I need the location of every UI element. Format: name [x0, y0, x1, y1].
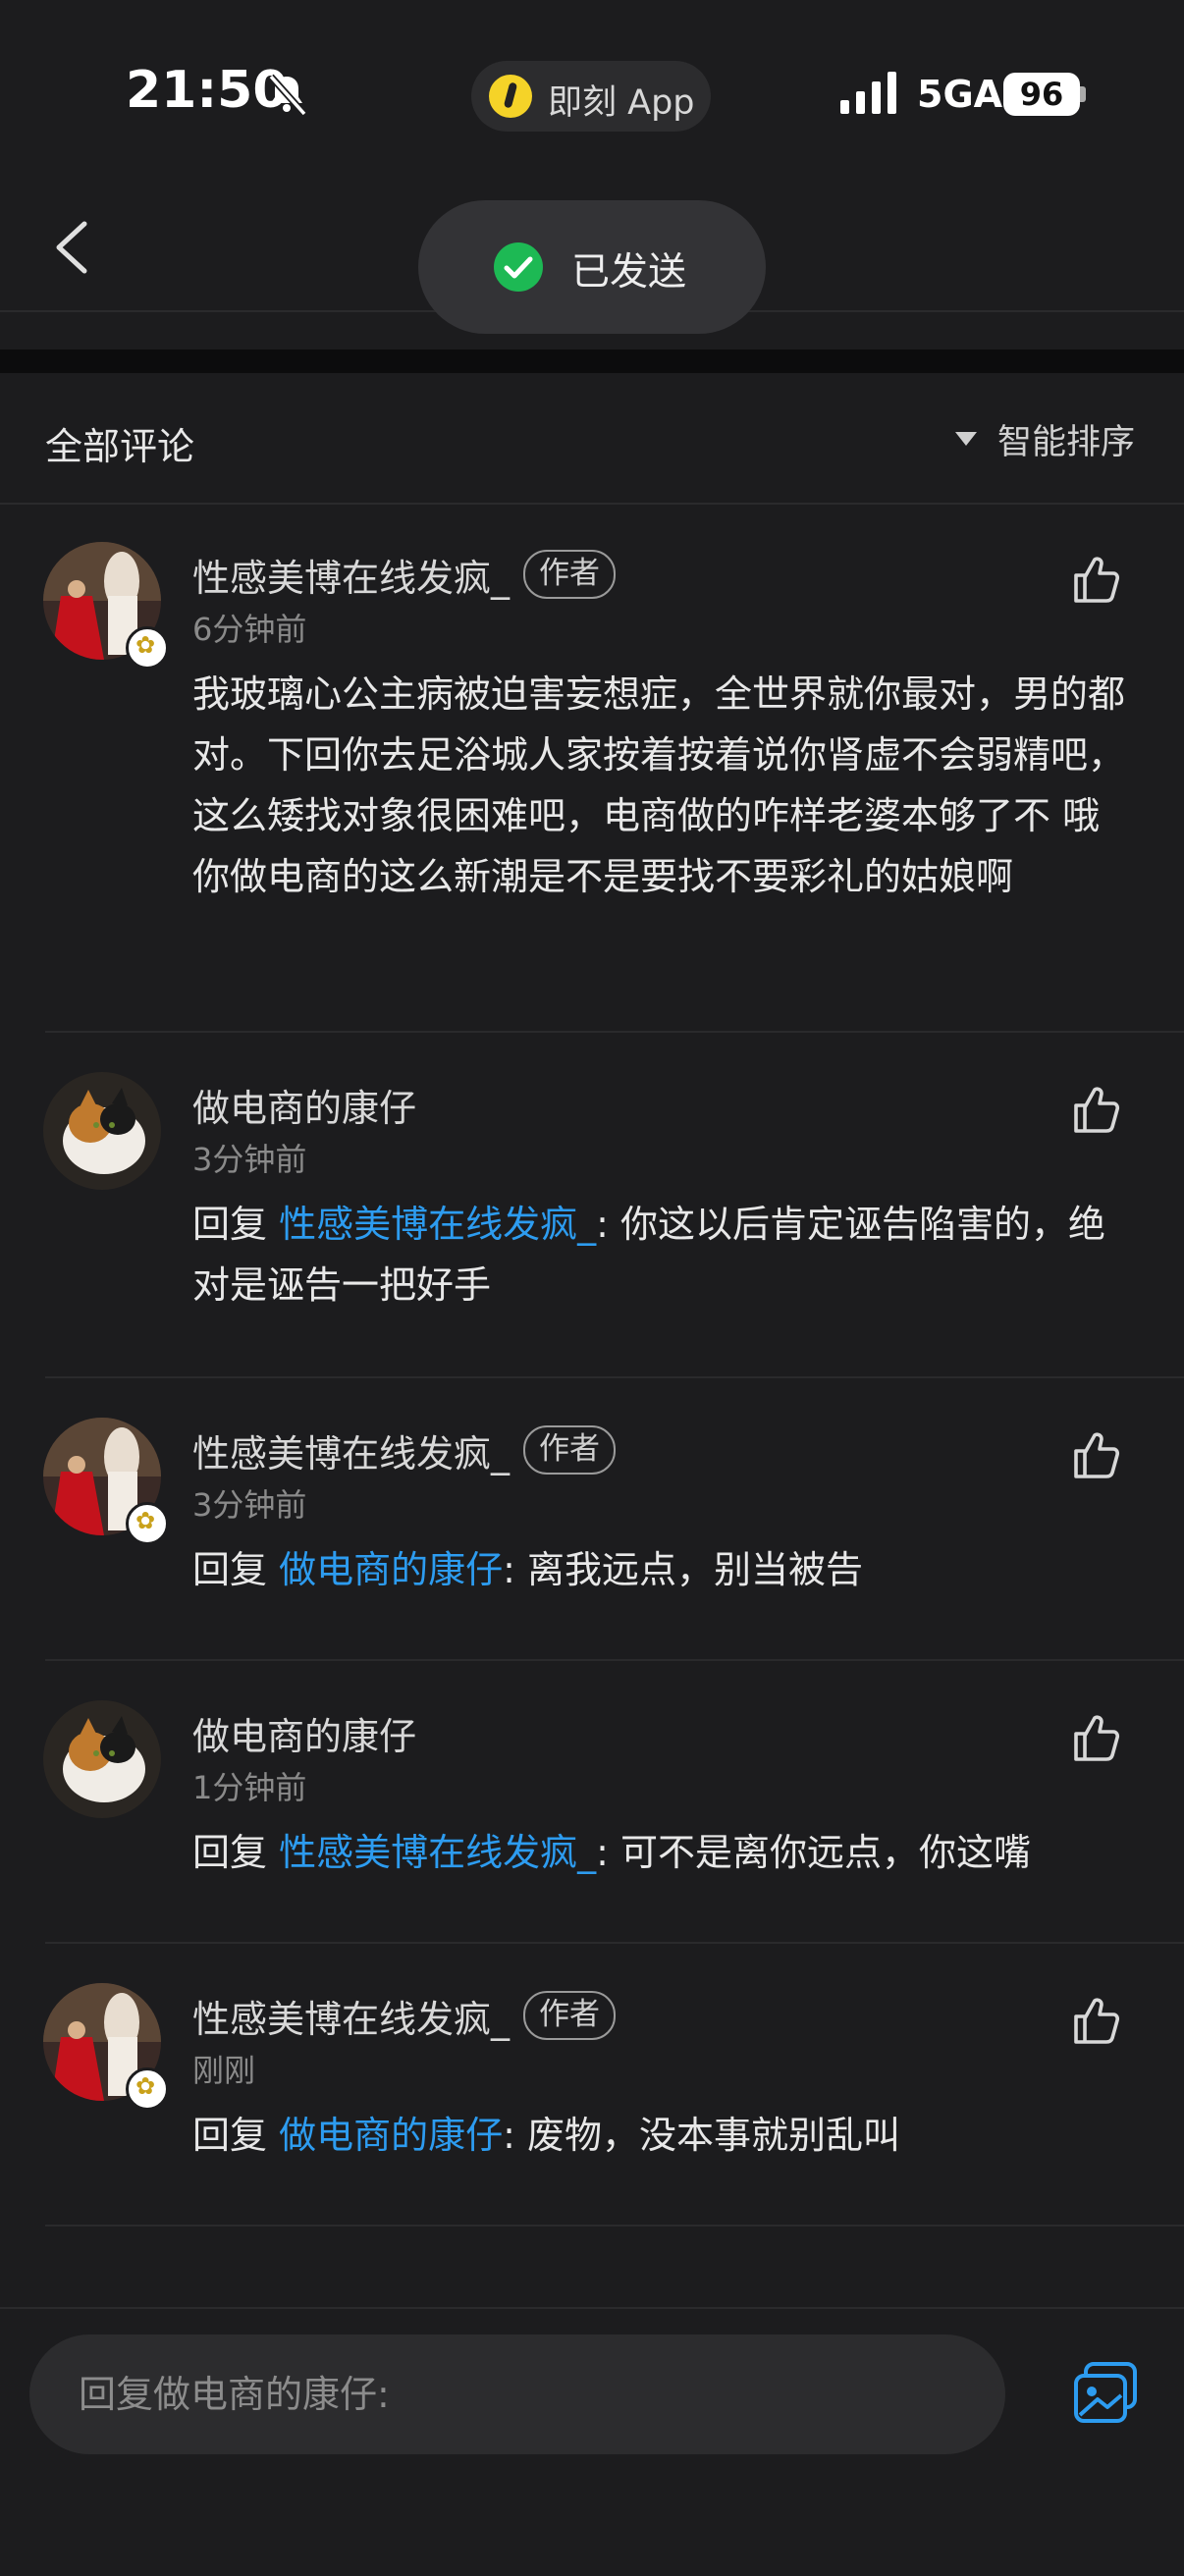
comment-text: 回复 性感美博在线发疯_: 你这以后肯定诬告陷害的，绝对是诬告一把好手 — [192, 1194, 1133, 1315]
comment-item: 做电商的康仔 1分钟前 回复 性感美博在线发疯_: 可不是离你远点，你这嘴 — [0, 1661, 1184, 1944]
comment-text: 我玻璃心公主病被迫害妄想症，全世界就你最对，男的都对。下回你去足浴城人家按着按着… — [192, 672, 1126, 898]
app-name: 即刻 App — [548, 83, 695, 123]
section-separator — [0, 349, 1184, 373]
image-picker-icon[interactable] — [1072, 2360, 1139, 2427]
battery-indicator: 96 — [1003, 73, 1080, 116]
author-tag: 作者 — [523, 1991, 616, 2040]
author-name[interactable]: 做电商的康仔 — [192, 1078, 416, 1132]
author-name[interactable]: 性感美博在线发疯_ — [192, 1423, 510, 1477]
avatar[interactable] — [43, 1700, 161, 1818]
avatar-badge-icon — [126, 1502, 169, 1545]
author-name[interactable]: 性感美博在线发疯_ — [192, 1989, 510, 2043]
triangle-down-icon — [955, 432, 977, 446]
reply-body: : 离我远点，别当被告 — [503, 1548, 863, 1591]
comment-item: 性感美博在线发疯_ 作者 3分钟前 回复 做电商的康仔: 离我远点，别当被告 — [0, 1378, 1184, 1661]
comment-time: 3分钟前 — [192, 1141, 307, 1178]
sort-label: 智能排序 — [997, 423, 1136, 462]
status-bar: 21:50 即刻 App 5GA 96 — [0, 0, 1184, 196]
avatar-badge-icon — [126, 2067, 169, 2111]
avatar[interactable] — [43, 1072, 161, 1190]
reply-prefix: 回复 — [192, 1831, 280, 1874]
comment-item: 做电商的康仔 3分钟前 回复 性感美博在线发疯_: 你这以后肯定诬告陷害的，绝对… — [0, 1033, 1184, 1378]
comment-time: 1分钟前 — [192, 1769, 307, 1806]
battery-tip — [1080, 86, 1086, 102]
app-logo-icon — [489, 75, 532, 118]
author-name[interactable]: 性感美博在线发疯_ — [192, 548, 510, 602]
bell-muted-icon — [268, 74, 307, 117]
mention-link[interactable]: 做电商的康仔 — [279, 2114, 503, 2157]
reply-input[interactable] — [29, 2334, 1005, 2454]
thumbs-up-icon[interactable] — [1068, 1082, 1123, 1137]
comment-time: 6分钟前 — [192, 611, 307, 648]
comment-time: 3分钟前 — [192, 1486, 307, 1524]
author-name[interactable]: 做电商的康仔 — [192, 1706, 416, 1760]
comment-item: 性感美博在线发疯_ 作者 6分钟前 我玻璃心公主病被迫害妄想症，全世界就你最对，… — [0, 503, 1184, 1033]
author-tag: 作者 — [523, 1425, 616, 1475]
reply-input-bar — [0, 2307, 1184, 2576]
reply-body: : 可不是离你远点，你这嘴 — [596, 1831, 1031, 1874]
comment-item: 性感美博在线发疯_ 作者 刚刚 回复 做电商的康仔: 废物，没本事就别乱叫 — [0, 1944, 1184, 2227]
thumbs-up-icon[interactable] — [1068, 1993, 1123, 2048]
comment-text: 回复 做电商的康仔: 废物，没本事就别乱叫 — [192, 2105, 1133, 2166]
comment-text: 回复 性感美博在线发疯_: 可不是离你远点，你这嘴 — [192, 1822, 1133, 1883]
mention-link[interactable]: 做电商的康仔 — [279, 1548, 503, 1591]
comment-time: 刚刚 — [192, 2052, 256, 2089]
chevron-left-icon[interactable] — [43, 216, 102, 279]
comments-header: 全部评论 智能排序 — [0, 373, 1184, 505]
network-label: 5GA — [917, 73, 1003, 116]
mention-link[interactable]: 性感美博在线发疯_ — [279, 1831, 596, 1874]
thumbs-up-icon[interactable] — [1068, 1710, 1123, 1765]
reply-prefix: 回复 — [192, 1203, 280, 1246]
thumbs-up-icon[interactable] — [1068, 552, 1123, 607]
comments-title: 全部评论 — [45, 425, 195, 468]
sent-toast: 已发送 — [418, 200, 766, 334]
avatar-badge-icon — [126, 626, 169, 670]
divider — [45, 2225, 1184, 2227]
comment-text: 回复 做电商的康仔: 离我远点，别当被告 — [192, 1539, 1133, 1600]
toast-text: 已发送 — [571, 250, 687, 295]
reply-prefix: 回复 — [192, 2114, 280, 2157]
reply-body: : 废物，没本事就别乱叫 — [503, 2114, 900, 2157]
thumbs-up-icon[interactable] — [1068, 1427, 1123, 1482]
app-indicator-pill[interactable]: 即刻 App — [471, 61, 711, 132]
author-tag: 作者 — [523, 550, 616, 599]
signal-icon — [840, 72, 896, 114]
check-circle-icon — [494, 242, 543, 292]
reply-prefix: 回复 — [192, 1548, 280, 1591]
mention-link[interactable]: 性感美博在线发疯_ — [279, 1203, 596, 1246]
